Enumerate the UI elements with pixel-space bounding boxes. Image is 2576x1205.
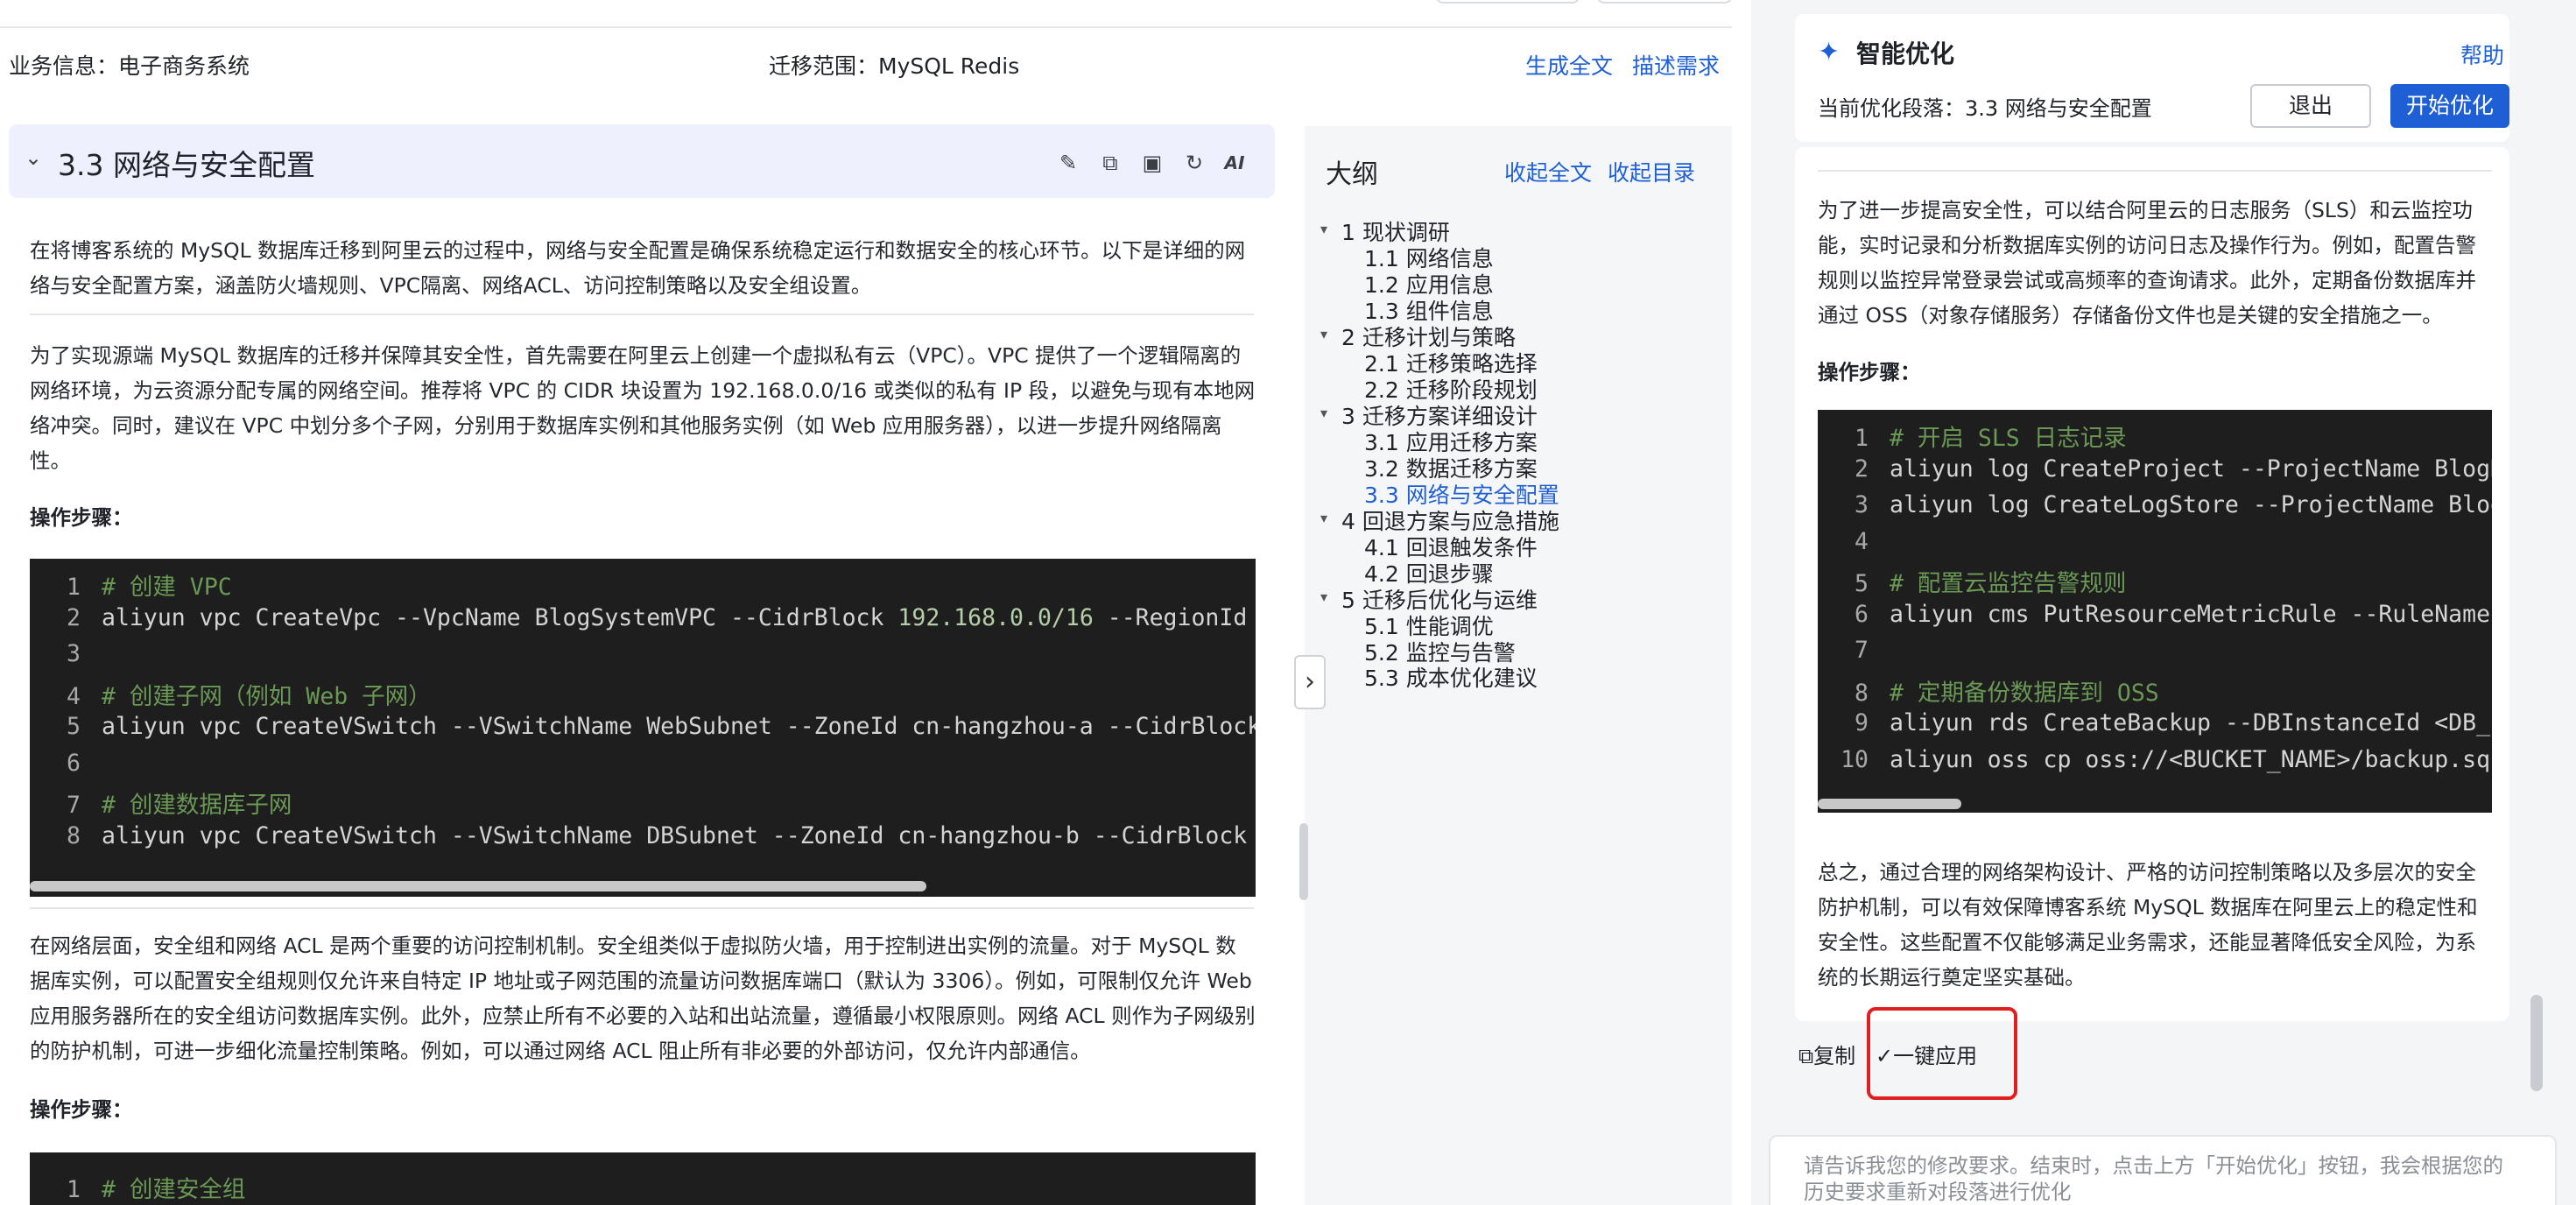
code-line: 8 # 定期备份数据库到 OSS — [1855, 679, 2159, 707]
refresh-icon[interactable]: ↻ — [1182, 151, 1207, 175]
divider — [30, 314, 1254, 315]
section-title: 3.3 网络与安全配置 — [58, 148, 315, 182]
code-horizontal-scrollbar[interactable] — [30, 881, 926, 891]
code-line: 4 # 创建子网（例如 Web 子网） — [67, 682, 432, 710]
toolbar-button-fragment[interactable] — [1436, 0, 1580, 4]
edit-icon[interactable]: ✎ — [1056, 151, 1080, 175]
migration-scope: 迁移范围：MySQL Redis — [769, 53, 1020, 79]
code-line: 2 aliyun vpc CreateVpc --VpcName BlogSyst… — [67, 603, 1248, 631]
code-line: 10 aliyun oss cp oss://<BUCKET_NAME>/back… — [1841, 745, 2492, 773]
code-line: 1 # 创建安全组 — [67, 1176, 246, 1203]
optimize-header-card: ✦ 智能优化 帮助 当前优化段落：3.3 网络与安全配置 退出 开始优化 — [1795, 14, 2509, 142]
caret-down-icon[interactable]: ▾ — [1320, 588, 1327, 605]
highlight-annotation — [1867, 1007, 2017, 1100]
ai-icon[interactable]: AI — [1222, 151, 1247, 175]
caret-down-icon[interactable]: ▾ — [1320, 510, 1327, 526]
magic-pin-icon: ✦ — [1818, 37, 1841, 67]
optimized-content-card: 为了进一步提高安全性，可以结合阿里云的日志服务（SLS）和云监控功能，实时记录和… — [1795, 147, 2509, 1021]
describe-need-link[interactable]: 描述需求 — [1632, 49, 1720, 81]
info-bar: 业务信息：电子商务系统 迁移范围：MySQL Redis 生成全文 描述需求 — [0, 39, 1732, 89]
code-line: 3 — [67, 640, 81, 667]
caret-down-icon[interactable]: ▾ — [1320, 221, 1327, 237]
code-line: 8 aliyun vpc CreateVSwitch --VSwitchName … — [67, 821, 1248, 849]
code-line: 5 # 配置云监控告警规则 — [1855, 570, 2127, 597]
toolbar-button-fragment[interactable] — [1597, 0, 1732, 4]
collapse-outline-button[interactable]: › — [1294, 655, 1326, 709]
code-line: 7 # 创建数据库子网 — [67, 792, 292, 819]
caret-down-icon[interactable]: ▾ — [1320, 326, 1327, 342]
steps-label: 操作步骤： — [30, 505, 133, 530]
outline-title: 大纲 — [1326, 159, 1378, 190]
divider — [1818, 170, 2492, 172]
code-line: 5 aliyun vpc CreateVSwitch --VSwitchName … — [67, 713, 1256, 740]
modification-input[interactable]: 请告诉我您的修改要求。结束时，点击上方「开始优化」按钮，我会根据您的历史要求重新… — [1769, 1135, 2557, 1205]
copy-icon[interactable]: ⧉ — [1098, 151, 1123, 175]
document-pane: ⌄ 3.3 网络与安全配置 ✎ ⧉ ▣ ↻ AI 在将博客系统的 MySQL 数… — [0, 114, 1285, 1205]
top-strip — [0, 0, 1732, 28]
panel-scrollbar[interactable] — [2530, 995, 2543, 1091]
code-line: 1 # 开启 SLS 日志记录 — [1855, 425, 2127, 452]
code-line: 1 # 创建 VPC — [67, 574, 232, 601]
collapse-all-link[interactable]: 收起全文 — [1504, 156, 1592, 187]
optimized-code-block: 1 # 开启 SLS 日志记录 2 aliyun log CreateProject … — [1818, 410, 2492, 813]
copy-icon: ⧉ — [1798, 1044, 1814, 1068]
intro-paragraph: 在将博客系统的 MySQL 数据库迁移到阿里云的过程中，网络与安全配置是确保系统… — [30, 238, 1246, 298]
generate-full-link[interactable]: 生成全文 — [1525, 49, 1613, 81]
vpc-paragraph: 为了实现源端 MySQL 数据库的迁移并保障其安全性，首先需要在阿里云上创建一个… — [30, 343, 1256, 473]
code-line: 6 aliyun cms PutResourceMetricRule --Rule… — [1855, 600, 2491, 628]
start-optimize-button[interactable]: 开始优化 — [2390, 84, 2509, 128]
optimize-title: 智能优化 — [1856, 39, 1955, 68]
help-link[interactable]: 帮助 — [2460, 39, 2504, 70]
copy-button[interactable]: ⧉复制 — [1798, 1039, 1855, 1069]
section-header: ⌄ 3.3 网络与安全配置 ✎ ⧉ ▣ ↻ AI — [9, 124, 1275, 198]
code-line: 2 aliyun log CreateProject --ProjectName … — [1855, 455, 2492, 483]
outline-pane: 大纲 收起全文 收起目录 ▾ 1 现状调研 1.1 网络信息 1.2 应用信息 1.3 … — [1305, 126, 1732, 1205]
code-horizontal-scrollbar[interactable] — [1818, 799, 1961, 809]
acl-paragraph: 在网络层面，安全组和网络 ACL 是两个重要的访问控制机制。安全组类似于虚拟防火… — [30, 934, 1256, 1063]
caret-down-icon[interactable]: ▾ — [1320, 405, 1327, 421]
collapse-toc-link[interactable]: 收起目录 — [1608, 156, 1695, 187]
chevron-down-icon[interactable]: ⌄ — [25, 145, 42, 170]
code-line: 9 aliyun rds CreateBackup --DBInstanceId … — [1855, 709, 2492, 736]
outline-item[interactable]: 5.3 成本优化建议 — [1364, 661, 1538, 693]
divider — [30, 907, 1254, 909]
code-line: 6 — [67, 749, 81, 777]
exit-button[interactable]: 退出 — [2250, 84, 2371, 128]
save-icon[interactable]: ▣ — [1140, 151, 1165, 175]
steps-label: 操作步骤： — [30, 1097, 133, 1122]
business-info: 业务信息：电子商务系统 — [9, 53, 250, 79]
optimized-paragraph-2: 总之，通过合理的网络架构设计、严格的访问控制策略以及多层次的安全防护机制，可以有… — [1818, 860, 2478, 990]
current-paragraph-label: 当前优化段落：3.3 网络与安全配置 — [1818, 96, 2152, 121]
code-line: 7 — [1855, 637, 1869, 664]
code-line: 4 — [1855, 527, 1869, 555]
optimized-paragraph-1: 为了进一步提高安全性，可以结合阿里云的日志服务（SLS）和云监控功能，实时记录和… — [1818, 198, 2476, 328]
steps-label: 操作步骤： — [1818, 360, 1921, 384]
outline-scrollbar[interactable] — [1299, 823, 1308, 900]
code-line: 3 aliyun log CreateLogStore --ProjectName… — [1855, 491, 2492, 518]
code-block-security-group: 1 # 创建安全组 — [30, 1152, 1256, 1205]
input-placeholder: 请告诉我您的修改要求。结束时，点击上方「开始优化」按钮，我会根据您的历史要求重新… — [1804, 1153, 2503, 1204]
chevron-right-icon: › — [1305, 666, 1315, 697]
code-block-vpc: 1 # 创建 VPC 2 aliyun vpc CreateVpc --VpcName… — [30, 559, 1256, 897]
